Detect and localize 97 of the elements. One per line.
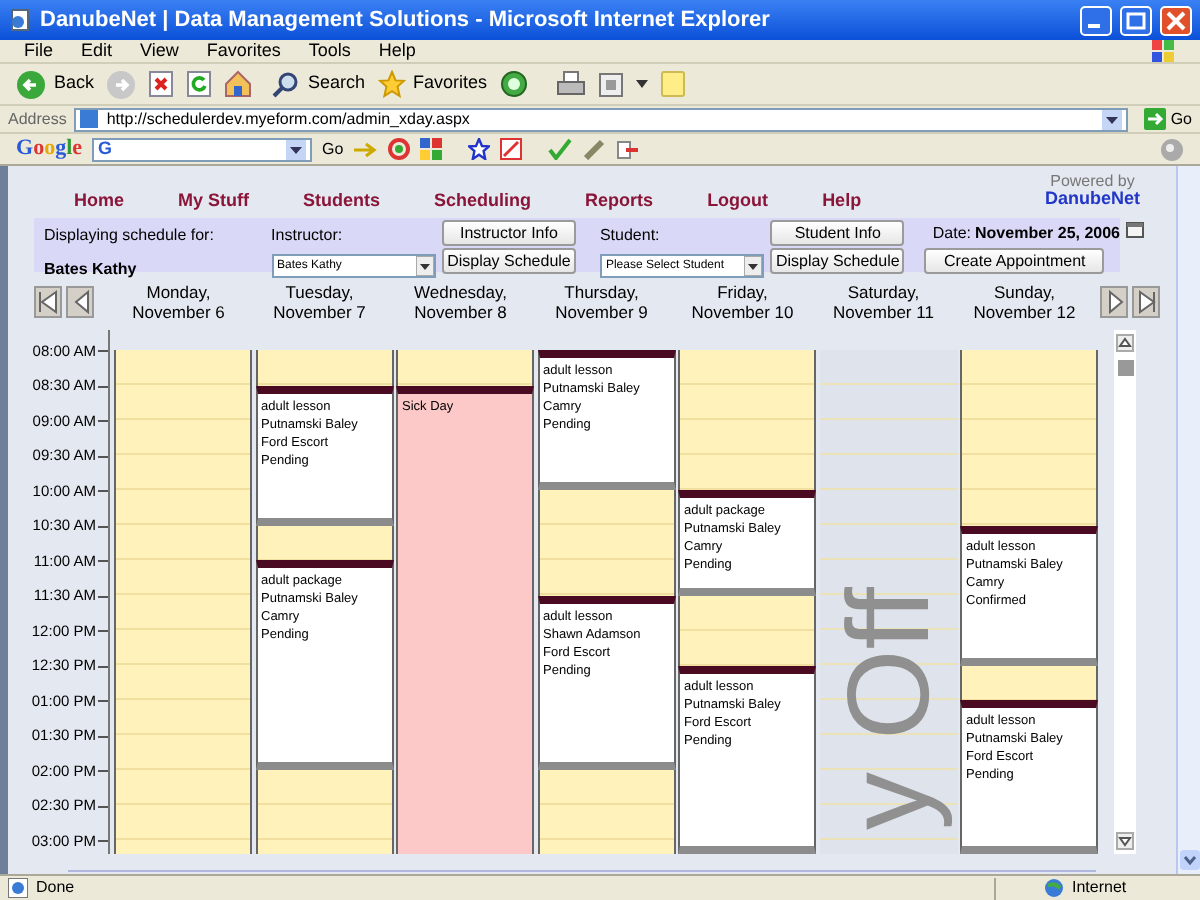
day-name: Saturday, — [847, 282, 920, 302]
create-appointment-button[interactable]: Create Appointment — [924, 248, 1105, 274]
free-slot[interactable] — [537, 770, 675, 854]
day-name: Wednesday, — [414, 282, 507, 302]
window-title: DanubeNet | Data Management Solutions - Microsoft Internet Explorer — [40, 5, 772, 36]
caret-icon[interactable] — [635, 80, 648, 88]
scroll-up-icon[interactable] — [1116, 334, 1134, 352]
search-button[interactable]: Search — [272, 70, 366, 98]
date-value: November 25, 2006 — [975, 221, 1121, 245]
instructor-label: Instructor: — [271, 224, 345, 248]
calendar-scrollbar[interactable] — [1114, 330, 1136, 854]
popup-blocker-icon[interactable] — [499, 138, 522, 160]
google-logo: Google — [16, 134, 83, 165]
refresh-icon[interactable] — [186, 70, 213, 98]
highlighter-icon[interactable] — [581, 138, 606, 160]
day-date: November 12 — [973, 302, 1076, 322]
nav-link[interactable]: Help — [822, 187, 862, 214]
free-slot[interactable] — [960, 665, 1098, 700]
free-slot[interactable] — [255, 525, 393, 560]
day-name: Monday, — [146, 282, 211, 302]
google-search-field[interactable]: G — [92, 137, 313, 161]
google-go-button[interactable]: Go — [322, 137, 344, 161]
date-label: Date: — [932, 221, 972, 245]
menu-item[interactable]: View — [140, 37, 179, 65]
dropdown-arrow-icon[interactable] — [743, 256, 762, 276]
nav-link[interactable]: Students — [303, 187, 381, 214]
free-slot[interactable] — [255, 770, 393, 854]
go-arrow-icon[interactable] — [1144, 108, 1167, 130]
day-name: Thursday, — [564, 282, 639, 302]
page-icon — [8, 8, 32, 32]
globe-icon — [1044, 878, 1064, 898]
page-icon — [8, 878, 28, 898]
display-schedule-button[interactable]: Display Schedule — [770, 248, 905, 274]
back-button[interactable]: Back — [16, 69, 95, 99]
display-schedule-button[interactable]: Display Schedule — [441, 248, 576, 274]
go-button[interactable]: Go — [1144, 107, 1192, 131]
nav-link[interactable]: Home — [74, 187, 125, 214]
menu-item[interactable]: Edit — [81, 37, 113, 65]
favorites-button[interactable]: Favorites — [377, 70, 488, 98]
windows-logo-icon — [1152, 40, 1176, 62]
menu-item[interactable]: Favorites — [206, 37, 281, 65]
scroll-down-icon[interactable] — [1179, 850, 1199, 870]
page-icon — [80, 110, 99, 128]
free-slot[interactable] — [537, 490, 675, 595]
dropdown-arrow-icon[interactable] — [415, 256, 434, 276]
free-slot[interactable] — [678, 350, 816, 490]
menu-item[interactable]: Tools — [308, 37, 351, 65]
status-text: Done — [36, 876, 75, 900]
address-field[interactable]: http://schedulerdev.myeform.com/admin_xday.aspx — [74, 107, 1129, 131]
day-date: November 6 — [132, 302, 225, 322]
day-date: November 9 — [555, 302, 648, 322]
student-label: Student: — [599, 224, 662, 248]
free-slot[interactable] — [960, 350, 1098, 525]
search-icon[interactable] — [272, 70, 301, 98]
brand-link[interactable]: DanubeNet — [1044, 190, 1140, 208]
day-name: Sunday, — [993, 282, 1056, 302]
spellcheck-icon[interactable] — [547, 138, 572, 160]
student-info-button[interactable]: Student Info — [770, 220, 905, 246]
first-arrow-icon[interactable] — [34, 286, 62, 318]
nav-link[interactable]: Scheduling — [434, 187, 532, 214]
address-label: Address — [8, 107, 67, 131]
close-icon[interactable] — [1160, 5, 1192, 35]
home-icon[interactable] — [224, 70, 253, 98]
nav-link[interactable]: My Stuff — [178, 187, 250, 214]
displaying-name: Bates Kathy — [44, 258, 139, 282]
day-off-text: y Off — [831, 587, 947, 830]
nav-link[interactable]: Logout — [707, 187, 769, 214]
day-date: November 10 — [691, 302, 794, 322]
maximize-icon[interactable] — [1120, 5, 1152, 35]
zone-text: Internet — [1072, 876, 1129, 900]
search-engine-letter: G — [98, 135, 113, 162]
star-icon[interactable] — [377, 70, 406, 98]
powered-by-label: Powered by — [1050, 172, 1135, 190]
day-date: November 11 — [833, 302, 934, 322]
free-slot[interactable] — [255, 350, 393, 385]
nav-link[interactable]: Reports — [585, 187, 654, 214]
star-icon[interactable] — [467, 138, 490, 160]
menu-item[interactable]: Help — [378, 37, 416, 65]
scroll-thumb[interactable] — [1117, 359, 1133, 375]
stop-icon[interactable] — [148, 70, 175, 98]
minimize-icon[interactable] — [1080, 5, 1112, 35]
calendar-icon[interactable] — [1126, 222, 1144, 238]
day-date: November 8 — [414, 302, 507, 322]
day-name: Tuesday, — [285, 282, 354, 302]
free-slot[interactable] — [396, 350, 534, 385]
printer-icon[interactable] — [555, 70, 586, 98]
displaying-label: Displaying schedule for: — [44, 224, 216, 248]
free-slot[interactable] — [678, 595, 816, 665]
menu-item[interactable]: File — [24, 37, 54, 65]
scroll-down-icon[interactable] — [1116, 832, 1134, 850]
media-icon[interactable] — [499, 70, 528, 98]
instructor-info-button[interactable]: Instructor Info — [441, 220, 576, 246]
day-date: November 7 — [273, 302, 366, 322]
free-slot[interactable] — [114, 350, 252, 854]
page-scrollbar[interactable] — [1176, 166, 1200, 874]
day-name: Friday, — [717, 282, 768, 302]
blocks-icon[interactable] — [419, 138, 442, 160]
